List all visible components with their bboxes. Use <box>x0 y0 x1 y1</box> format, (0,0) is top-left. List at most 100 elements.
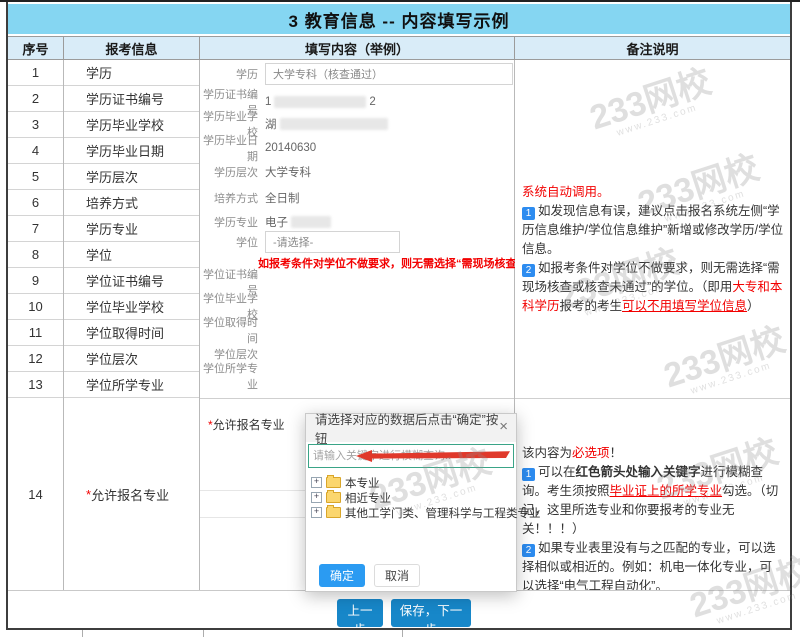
badge-2-icon: 2 <box>522 544 535 557</box>
header-remark: 备注说明 <box>515 37 790 59</box>
note-text: 如发现信息有误，建议点击报名系统左侧“学历信息维护/学位信息维护”新增或修改学历… <box>522 204 783 256</box>
row-number: 6 <box>8 190 63 216</box>
top-border <box>0 0 800 2</box>
redacted-block <box>291 216 331 228</box>
field-label: 学历专业 <box>200 214 265 230</box>
value-prefix: 湖 <box>265 116 277 132</box>
degree-input[interactable]: 大学专科（核查通过） <box>265 63 513 85</box>
badge-1-icon: 1 <box>522 207 535 220</box>
field-value: 20140630 <box>265 142 316 154</box>
column-remark: 系统自动调用。 1如发现信息有误，建议点击报名系统左侧“学历信息维护/学位信息维… <box>515 60 791 590</box>
row-label: 学位取得时间 <box>64 320 199 346</box>
row-label: 允许报名专业 <box>91 485 169 504</box>
row-label: 学位证书编号 <box>64 268 199 294</box>
redacted-block <box>274 96 366 108</box>
folder-icon <box>326 507 341 518</box>
row-label: 学历毕业学校 <box>64 112 199 138</box>
column-seq: 1 2 3 4 5 6 7 8 9 10 11 12 13 14 <box>8 60 64 590</box>
row-label: 培养方式 <box>64 190 199 216</box>
note-text: 报考的考生 <box>560 299 623 313</box>
next-table-sliver <box>0 630 800 637</box>
value-prefix: 电子 <box>265 214 288 230</box>
row-number: 3 <box>8 112 63 138</box>
row-label: 学历证书编号 <box>64 86 199 112</box>
tree-item-other-major[interactable]: + 其他工学门类、管理科学与工程类专业 <box>311 505 511 520</box>
remark-note-upper: 系统自动调用。 1如发现信息有误，建议点击报名系统左侧“学历信息维护/学位信息维… <box>522 183 784 316</box>
row-label: 学位毕业学校 <box>64 294 199 320</box>
tree-item-label: 相近专业 <box>345 490 391 506</box>
note-text: ） <box>747 299 760 313</box>
row-number: 14 <box>8 398 63 590</box>
row-label: 学历 <box>64 60 199 86</box>
note-text: 可以在 <box>538 465 576 479</box>
field-value: 全日制 <box>265 190 300 206</box>
expand-plus-icon[interactable]: + <box>311 492 322 503</box>
save-next-step-button[interactable]: 保存，下一步 <box>391 599 471 627</box>
field-label: 培养方式 <box>200 190 265 206</box>
expand-plus-icon[interactable]: + <box>311 507 322 518</box>
row-label: 学位 <box>64 242 199 268</box>
tree-item-own-major[interactable]: + 本专业 <box>311 475 511 490</box>
tree-item-label: 本专业 <box>345 475 380 491</box>
field-label: 学历 <box>200 66 265 82</box>
row-number: 2 <box>8 86 63 112</box>
note-heading: 系统自动调用。 <box>522 185 610 199</box>
row-number: 10 <box>8 294 63 320</box>
row-number: 1 <box>8 60 63 86</box>
confirm-button[interactable]: 确定 <box>319 564 365 587</box>
dialog-buttons: 确定 取消 <box>319 564 420 587</box>
note-red-underline-text: 毕业证上的所学专业 <box>610 484 723 498</box>
badge-2-icon: 2 <box>522 264 535 277</box>
note-text: ！ <box>610 446 623 460</box>
row-label-required: *允许报名专业 <box>64 398 199 590</box>
note-bold-text: 红色箭头处输入关键字 <box>576 465 701 479</box>
expand-plus-icon[interactable]: + <box>311 477 322 488</box>
row-number: 9 <box>8 268 63 294</box>
major-select-dialog: 请选择对应的数据后点击“确定”按钮 × + 本专业 + 相近专业 + 其他工学门… <box>305 413 517 592</box>
field-label: 学位所学专业 <box>200 360 265 392</box>
row-label: 学位所学专业 <box>64 372 199 398</box>
note-text: 如果专业表里没有与之匹配的专业，可以选择相似或相近的。例如：机电一体化专业，可以… <box>522 541 776 593</box>
cancel-button[interactable]: 取消 <box>374 564 420 587</box>
row-number: 5 <box>8 164 63 190</box>
note-text: 该内容为 <box>522 446 572 460</box>
value-prefix: 1 <box>265 96 271 108</box>
step-button-bar: 上一步 保存，下一步 <box>8 590 790 628</box>
previous-step-button[interactable]: 上一步 <box>337 599 383 627</box>
redacted-block <box>280 118 388 130</box>
row-number: 4 <box>8 138 63 164</box>
field-value: 12 <box>265 96 376 108</box>
field-value: 大学专科 <box>265 164 311 180</box>
field-value: 湖 <box>265 116 391 132</box>
field-value: 电子 <box>265 214 334 230</box>
row-label: 学历层次 <box>64 164 199 190</box>
folder-icon <box>326 477 341 488</box>
content-upper-section: 学历 大学专科（核查通过） 学历证书编号 12 学历毕业学校 湖 学历毕业日期 … <box>200 60 514 398</box>
red-arrow-annotation <box>354 449 512 463</box>
column-info: 学历 学历证书编号 学历毕业学校 学历毕业日期 学历层次 培养方式 学历专业 学… <box>64 60 200 590</box>
field-label: 学历层次 <box>200 164 265 180</box>
remark-lower-section: 该内容为必选项！ 1可以在红色箭头处输入关键字进行模糊查询。考生须按照毕业证上的… <box>515 398 791 590</box>
row-number: 11 <box>8 320 63 346</box>
tree-item-similar-major[interactable]: + 相近专业 <box>311 490 511 505</box>
page-title: 3 教育信息 -- 内容填写示例 <box>8 4 790 34</box>
row-number: 12 <box>8 346 63 372</box>
header-seq: 序号 <box>8 37 64 59</box>
row-number: 8 <box>8 242 63 268</box>
field-label: 学位 <box>200 234 265 250</box>
note-red-underline-text: 可以不用填写学位信息 <box>622 299 747 313</box>
folder-icon <box>326 492 341 503</box>
row-label: 学位层次 <box>64 346 199 372</box>
allow-major-field-label: *允许报名专业 <box>208 416 285 433</box>
row-label: 学历毕业日期 <box>64 138 199 164</box>
field-label: 允许报名专业 <box>213 418 285 432</box>
row-number: 13 <box>8 372 63 398</box>
close-icon[interactable]: × <box>499 419 508 435</box>
note-red-text: 必选项 <box>572 446 610 460</box>
value-suffix: 2 <box>369 96 375 108</box>
row-number: 7 <box>8 216 63 242</box>
degree-select[interactable]: -请选择- <box>265 231 400 253</box>
dialog-title-text: 请选择对应的数据后点击“确定”按钮 <box>315 409 507 447</box>
remark-note-lower: 该内容为必选项！ 1可以在红色箭头处输入关键字进行模糊查询。考生须按照毕业证上的… <box>522 444 784 596</box>
field-label: 学历毕业日期 <box>200 132 265 164</box>
